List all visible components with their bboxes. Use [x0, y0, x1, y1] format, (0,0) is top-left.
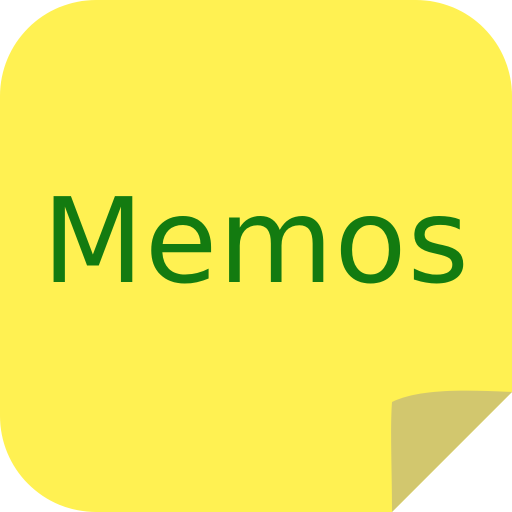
page-curl-icon: [391, 390, 512, 512]
memos-app-icon[interactable]: Memos: [0, 0, 512, 512]
app-title: Memos: [41, 172, 471, 310]
